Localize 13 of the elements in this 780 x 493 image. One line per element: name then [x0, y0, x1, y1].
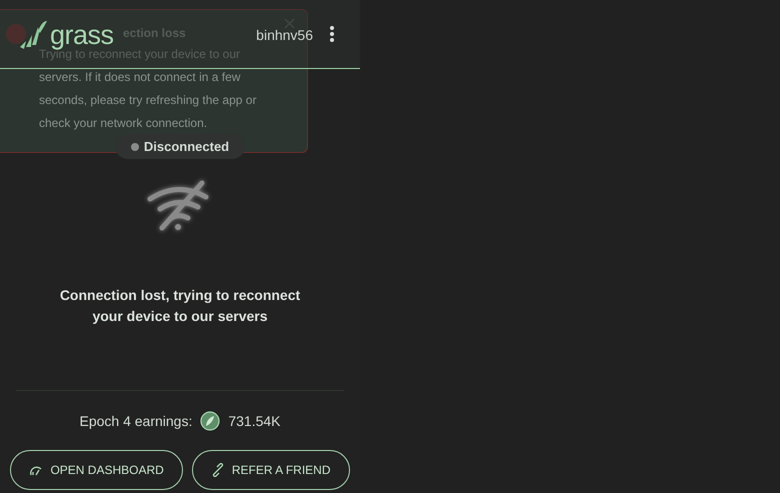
alert-icon	[6, 24, 26, 44]
link-icon	[210, 463, 225, 477]
earnings-value: 731.54K	[228, 413, 281, 429]
dashboard-button[interactable]: OPEN DASHBOARD	[10, 450, 183, 490]
connection-message: Connection lost, trying to reconnect your device to our servers	[58, 286, 302, 326]
status-label: Disconnected	[144, 139, 230, 154]
logo-text: grass	[50, 21, 114, 49]
coin-icon	[200, 411, 220, 431]
menu-icon[interactable]	[329, 25, 335, 43]
earnings-label: Epoch 4 earnings:	[79, 413, 192, 429]
refer-button[interactable]: REFER A FRIEND	[192, 450, 350, 490]
logo-icon	[18, 19, 48, 49]
username: binhnv56	[256, 28, 313, 42]
